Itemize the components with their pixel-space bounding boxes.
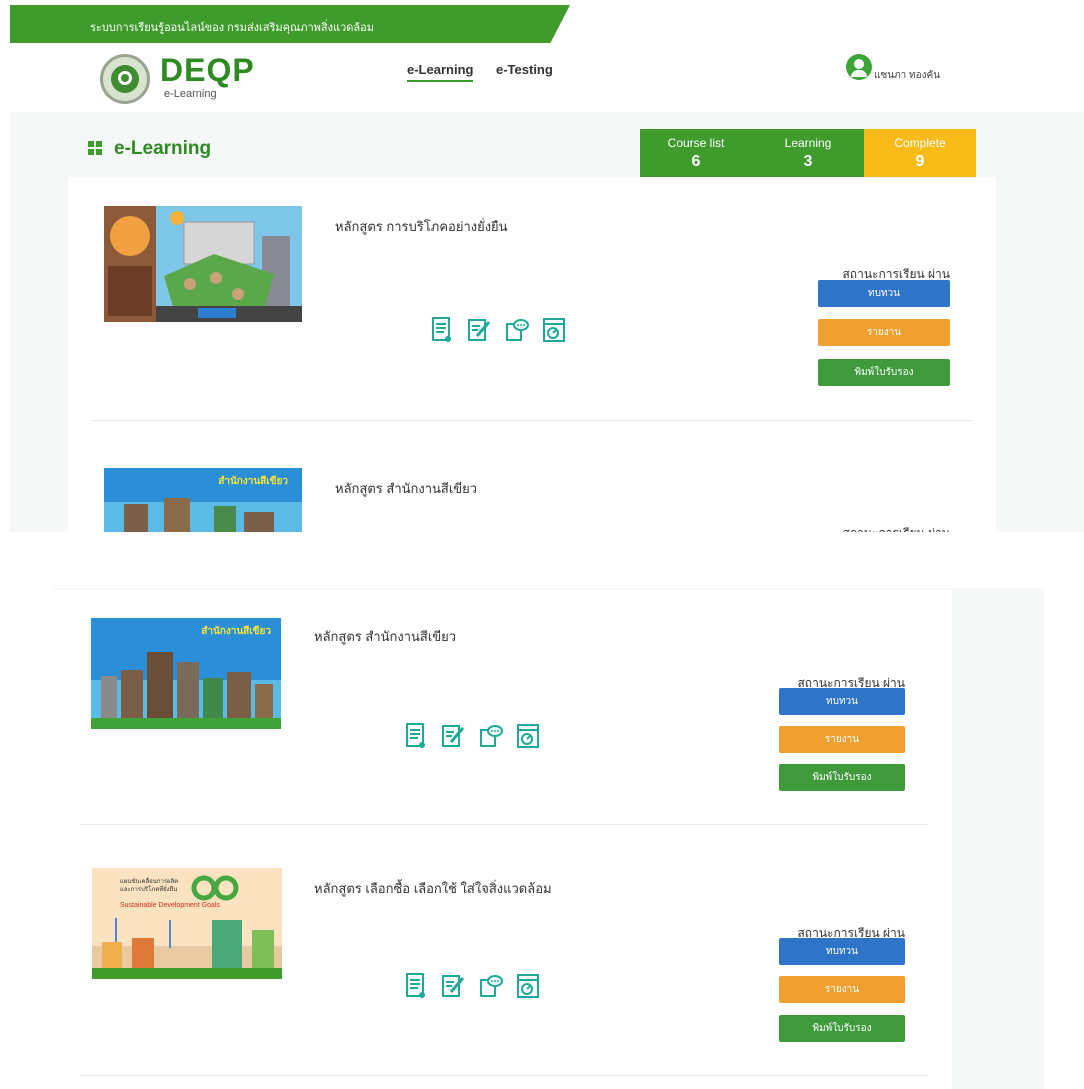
- document-icon[interactable]: [404, 972, 428, 1000]
- stat-label: Learning: [784, 136, 832, 150]
- top-banner-text: ระบบการเรียนรู้ออนไลน์ของ กรมส่งเสริมคุณ…: [90, 22, 375, 34]
- stat-course-list[interactable]: Course list 6: [640, 129, 752, 177]
- thumbnail-banner: สำนักงานสีเขียว: [201, 626, 271, 637]
- course-thumbnail[interactable]: สำนักงานสีเขียว: [104, 468, 302, 532]
- edit-icon[interactable]: [441, 722, 465, 750]
- top-banner: ระบบการเรียนรู้ออนไลน์ของ กรมส่งเสริมคุณ…: [10, 5, 570, 43]
- course-action-icons: [404, 972, 549, 1002]
- chart-icon[interactable]: [516, 972, 540, 1000]
- stat-value: 6: [691, 153, 701, 170]
- nav-etesting[interactable]: e-Testing: [496, 62, 553, 77]
- divider: [92, 420, 972, 421]
- print-certificate-button[interactable]: พิมพ์ใบรับรอง: [779, 1015, 905, 1042]
- course-title[interactable]: หลักสูตร การบริโภคอย่างยั่งยืน: [335, 216, 508, 237]
- print-certificate-button[interactable]: พิมพ์ใบรับรอง: [779, 764, 905, 791]
- deqp-logo[interactable]: DEQP e-Learning: [100, 52, 300, 107]
- stat-label: Course list: [667, 136, 725, 150]
- thumbnail-banner-line3: Sustainable Development Goals: [120, 902, 221, 909]
- course-thumbnail[interactable]: [104, 206, 302, 322]
- thumbnail-banner-line2: และการบริโภคที่ยั่งยืน: [120, 887, 178, 893]
- course-title[interactable]: หลักสูตร เลือกซื้อ เลือกใช้ ใส่ใจสิ่งแวด…: [314, 878, 552, 899]
- report-button[interactable]: รายงาน: [779, 726, 905, 753]
- section-title: e-Learning: [114, 138, 212, 159]
- logo-subtitle: e-Learning: [164, 88, 217, 100]
- chart-icon[interactable]: [542, 316, 566, 344]
- review-button[interactable]: ทบทวน: [779, 938, 905, 965]
- screenshot-top: ระบบการเรียนรู้ออนไลน์ของ กรมส่งเสริมคุณ…: [0, 0, 1084, 532]
- user-name: แซนภา ทองคัน: [874, 70, 941, 81]
- section-header: e-Learning: [88, 138, 211, 160]
- user-avatar-icon: [846, 54, 872, 80]
- divider: [80, 824, 928, 825]
- chat-icon[interactable]: [479, 972, 503, 1000]
- print-certificate-button[interactable]: พิมพ์ใบรับรอง: [818, 359, 950, 386]
- logo-emblem-icon: [100, 54, 150, 104]
- report-button[interactable]: รายงาน: [779, 976, 905, 1003]
- stat-label: Complete: [894, 136, 946, 150]
- report-button[interactable]: รายงาน: [818, 319, 950, 346]
- nav-elearning[interactable]: e-Learning: [407, 62, 474, 82]
- chat-icon[interactable]: [479, 722, 503, 750]
- stat-learning[interactable]: Learning 3: [752, 129, 864, 177]
- divider: [80, 1075, 928, 1076]
- course-action-icons: [430, 316, 575, 346]
- course-title[interactable]: หลักสูตร สำนักงานสีเขียว: [335, 478, 477, 499]
- thumbnail-banner: สำนักงานสีเขียว: [218, 476, 288, 487]
- chat-icon[interactable]: [505, 316, 529, 344]
- stat-complete[interactable]: Complete 9: [864, 129, 976, 177]
- course-action-icons: [404, 722, 549, 752]
- course-thumbnail[interactable]: แผนขับเคลื่อนการผลิต และการบริโภคที่ยั่ง…: [92, 868, 282, 979]
- screenshot-bottom: สำนักงานสีเขียว หลักสูตร สำนักงานสีเขียว…: [0, 588, 1084, 1089]
- document-icon[interactable]: [430, 316, 454, 344]
- stat-value: 9: [915, 153, 925, 170]
- review-button[interactable]: ทบทวน: [818, 280, 950, 307]
- course-status: สถานะการเรียน ผ่าน: [800, 524, 950, 532]
- course-thumbnail[interactable]: สำนักงานสีเขียว: [91, 618, 281, 729]
- stat-value: 3: [803, 153, 813, 170]
- edit-icon[interactable]: [441, 972, 465, 1000]
- chart-icon[interactable]: [516, 722, 540, 750]
- document-icon[interactable]: [404, 722, 428, 750]
- logo-brand: DEQP: [160, 52, 255, 88]
- review-button[interactable]: ทบทวน: [779, 688, 905, 715]
- course-title[interactable]: หลักสูตร สำนักงานสีเขียว: [314, 626, 456, 647]
- grid-icon: [88, 141, 102, 155]
- edit-icon[interactable]: [467, 316, 491, 344]
